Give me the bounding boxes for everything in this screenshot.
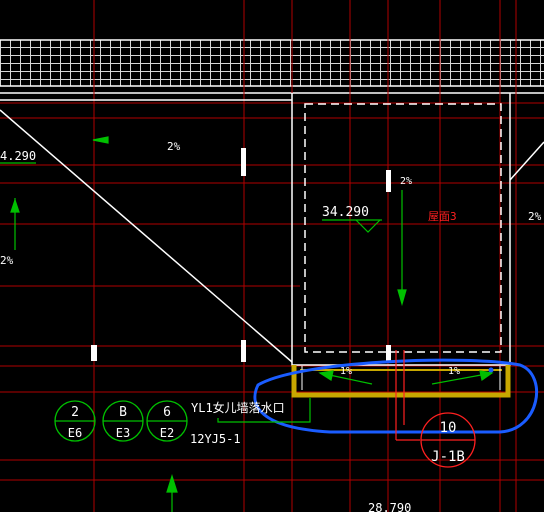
callout-2-top: B <box>119 405 127 420</box>
callout-circle-3[interactable]: 6 E2 <box>146 400 188 442</box>
callout-circle-1[interactable]: 2 E6 <box>54 400 96 442</box>
detail-circle[interactable]: 10 J-1B <box>420 412 476 468</box>
cad-drawing-canvas[interactable]: 4.290 2% 2% 2% 34.290 屋面3 2% 1% 1% YL1女儿… <box>0 0 544 512</box>
roof-tile-band <box>0 40 544 86</box>
elevation-center: 34.290 <box>322 205 369 220</box>
callout-3-top: 6 <box>163 405 171 420</box>
detail-number: 10 <box>440 420 457 436</box>
callout-1-top: 2 <box>71 405 79 420</box>
slope-right: 2% <box>528 210 542 223</box>
elevation-bottom: 28.790 <box>368 501 411 512</box>
grid-markers <box>91 148 391 362</box>
slope-arrows <box>0 136 494 512</box>
drain-note: YL1女儿墙落水口 <box>191 400 285 415</box>
elevation-left: 4.290 <box>0 149 36 163</box>
callout-1-bottom: E6 <box>68 426 82 440</box>
slope-center: 2% <box>400 176 412 187</box>
wall-outlines <box>0 93 544 366</box>
detail-sheet: J-1B <box>431 449 465 465</box>
roof-plan-drawing: 4.290 2% 2% 2% 34.290 屋面3 2% 1% 1% YL1女儿… <box>0 0 544 512</box>
roof-label: 屋面3 <box>428 210 457 223</box>
callout-2-bottom: E3 <box>116 426 130 440</box>
callout-3-bottom: E2 <box>160 426 174 440</box>
slope-top: 2% <box>167 140 181 153</box>
gutter-slope-left: 1% <box>340 366 352 377</box>
slope-left: 2% <box>0 254 14 267</box>
gutter-slope-right: 1% <box>448 366 460 377</box>
callout-circle-2[interactable]: B E3 <box>102 400 144 442</box>
detail-reference: 12YJ5-1 <box>190 432 241 446</box>
parapet-dashed-outline <box>304 103 502 353</box>
